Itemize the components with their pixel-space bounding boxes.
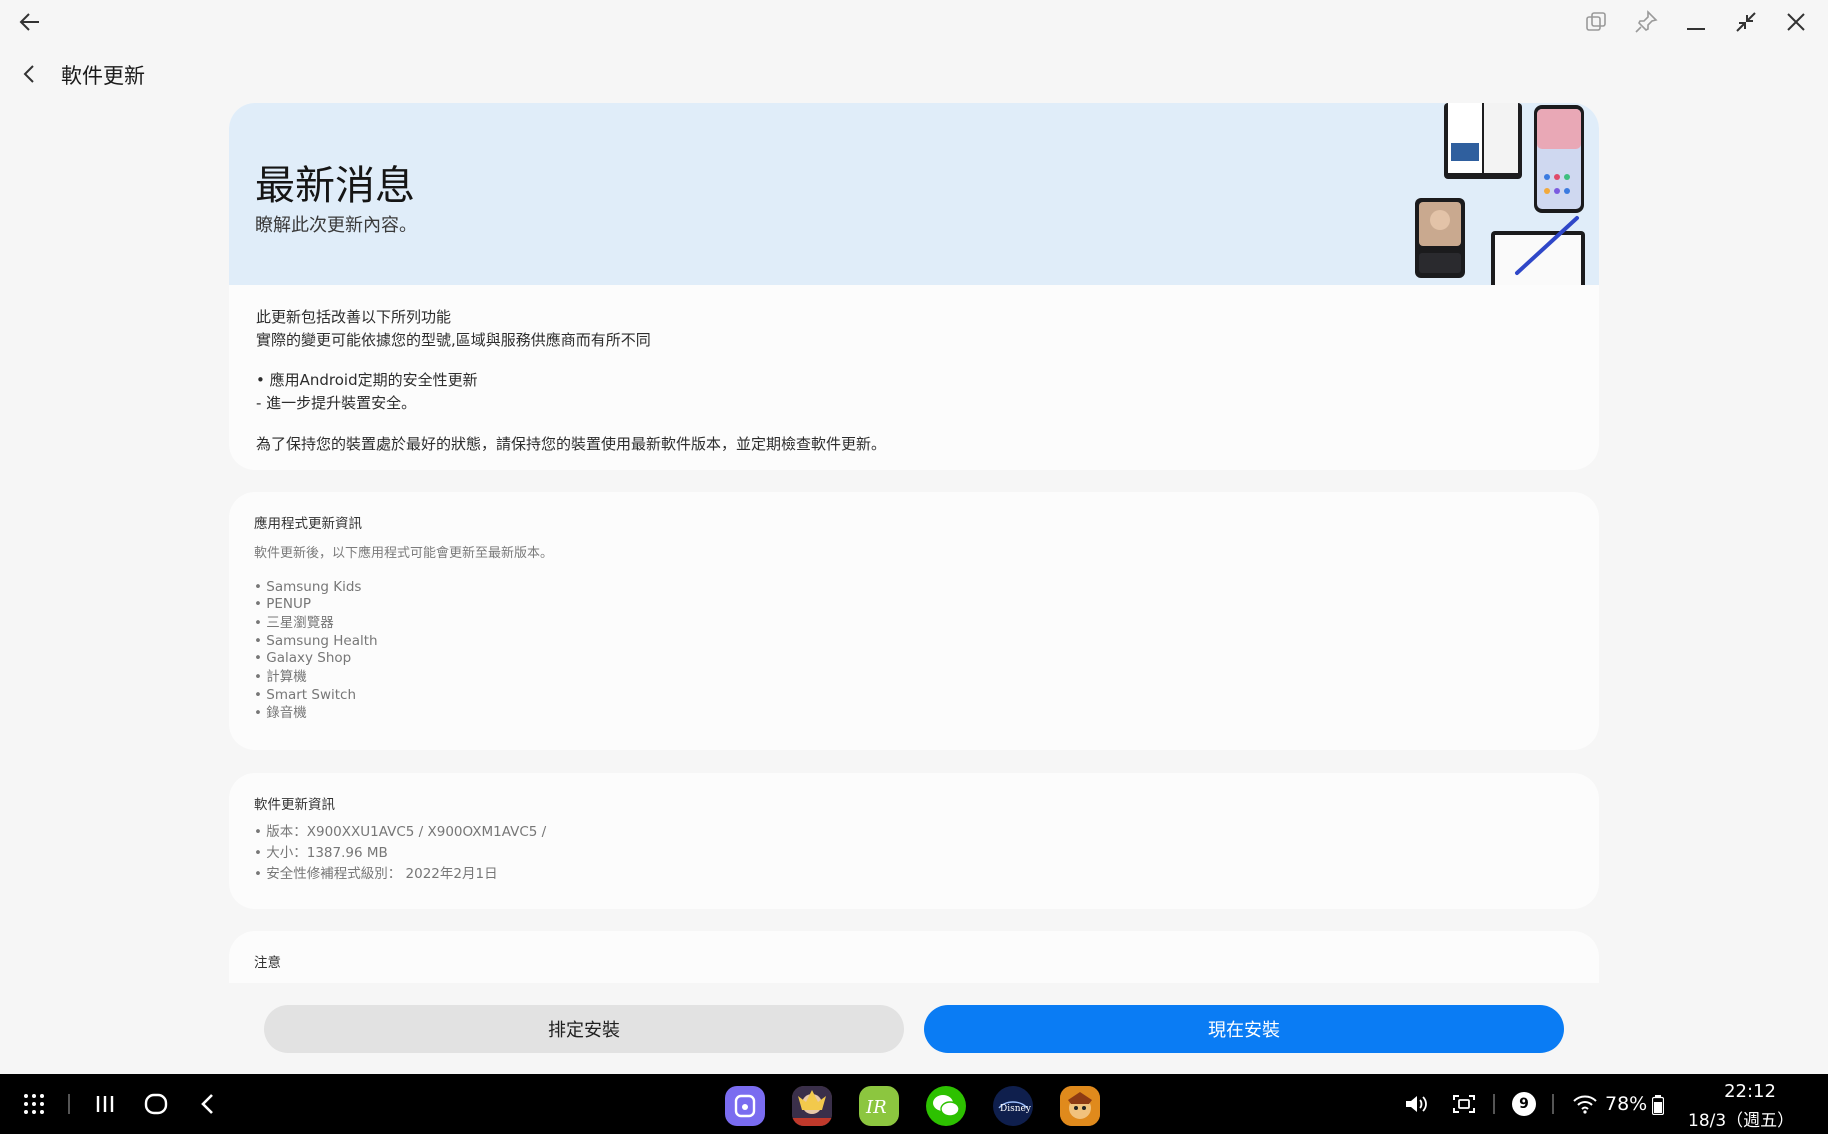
arrow-left-icon[interactable] [12,4,48,40]
list-item: • 錄音機 [254,705,307,721]
window-titlebar [0,0,1828,44]
version-info: • 版本：X900XXU1AVC5 / X900OXM1AVC5 / [254,824,547,840]
back-chevron-icon[interactable] [14,58,46,90]
game-avatar-icon[interactable] [792,1086,832,1126]
hero-banner: 最新消息 瞭解此次更新內容。 [229,103,1599,285]
clock-date: 18/3（週五） [1688,1111,1795,1131]
list-item: • PENUP [254,596,312,612]
list-item: • Samsung Health [254,633,378,649]
section-subtitle: 軟件更新後，以下應用程式可能會更新至最新版本。 [254,546,554,561]
whats-new-card: 最新消息 瞭解此次更新內容。 此更新包括改善以下所列功能 實際的變更可能依據您的… [229,103,1599,470]
taskbar-divider [1552,1094,1554,1114]
home-icon[interactable] [141,1090,171,1118]
section-title: 注意 [254,955,281,971]
list-item: • Samsung Kids [254,579,362,595]
pin-icon[interactable] [1628,4,1664,40]
wifi-icon [1570,1091,1600,1117]
section-title: 軟件更新資訊 [254,797,335,813]
close-icon[interactable] [1778,4,1814,40]
battery-percent: 78% [1605,1093,1648,1115]
clash-game-icon[interactable] [1060,1086,1100,1126]
list-item: • Galaxy Shop [254,650,352,666]
svg-text:Disney+: Disney+ [1000,1104,1031,1114]
size-info: • 大小：1387.96 MB [254,845,388,861]
intro-line-2: 實際的變更可能依據您的型號,區域與服務供應商而有所不同 [256,331,651,349]
section-title: 應用程式更新資訊 [254,516,362,532]
apps-grid-icon[interactable] [20,1090,48,1118]
clock-time: 22:12 [1724,1081,1776,1102]
taskbar-divider [68,1094,70,1114]
disney-plus-icon[interactable]: Disney+ [993,1086,1033,1126]
minimize-icon[interactable] [1678,4,1714,40]
intro-line-1: 此更新包括改善以下所列功能 [256,308,452,326]
notice-card: 注意 [229,931,1599,983]
app-header: 軟件更新 [0,52,600,96]
list-item: • 計算機 [254,669,307,685]
app-updates-card: 應用程式更新資訊 軟件更新後，以下應用程式可能會更新至最新版本。 • Samsu… [229,492,1599,750]
update-advice: 為了保持您的裝置處於最好的狀態，請保持您的裝置使用最新軟件版本，並定期檢查軟件更… [256,435,887,453]
back-icon[interactable] [193,1090,223,1118]
taskbar-divider [1493,1094,1495,1114]
install-now-button[interactable]: 現在安裝 [924,1005,1564,1053]
schedule-install-button[interactable]: 排定安裝 [264,1005,904,1053]
software-update-screen: 軟件更新 最新消息 瞭解此次更新內容。 此更新包括改善以下所列功能 實際的變更可… [0,0,1828,1134]
list-item: • Smart Switch [254,687,357,703]
samsung-app-icon[interactable] [725,1086,765,1126]
feature-bullet: • 應用Android定期的安全性更新 [256,371,478,389]
hero-subtitle: 瞭解此次更新內容。 [255,215,417,236]
devices-illustration [1415,103,1585,285]
hero-title: 最新消息 [255,163,415,209]
security-patch-info: • 安全性修補程式級別： 2022年2月1日 [254,866,498,882]
restore-icon[interactable] [1728,4,1764,40]
list-item: • 三星瀏覽器 [254,615,334,631]
battery-icon [1651,1094,1665,1116]
recents-icon[interactable] [90,1090,120,1118]
notification-count-badge[interactable]: 9 [1512,1092,1536,1116]
volume-icon[interactable] [1400,1089,1432,1119]
wechat-icon[interactable] [926,1086,966,1126]
screenshot-icon[interactable] [1448,1089,1480,1119]
page-title: 軟件更新 [61,64,145,88]
svg-text:IR: IR [865,1097,887,1118]
feature-bullet-detail: - 進一步提升裝置安全。 [256,394,417,412]
ir-app-icon[interactable]: IR [859,1086,899,1126]
snap-window-icon[interactable] [1578,4,1614,40]
software-info-card: 軟件更新資訊 • 版本：X900XXU1AVC5 / X900OXM1AVC5 … [229,773,1599,909]
